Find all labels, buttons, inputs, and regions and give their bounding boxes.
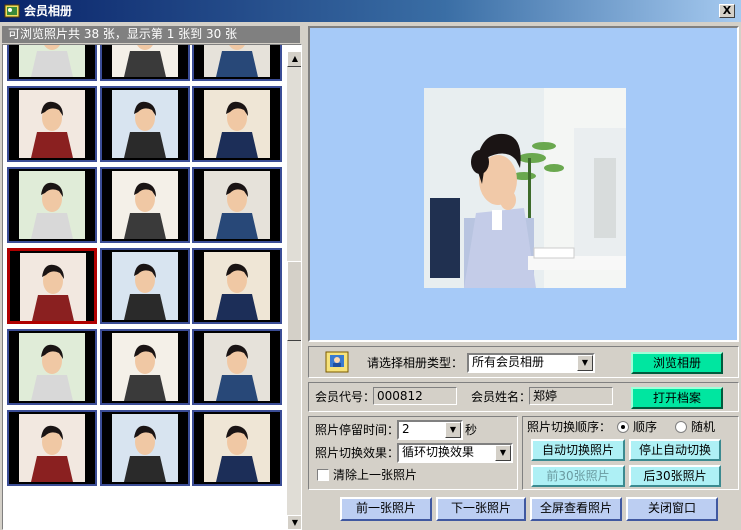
photo-thumbnail[interactable] xyxy=(100,45,190,81)
radio-dot-icon xyxy=(621,425,625,429)
photo-thumbnail[interactable] xyxy=(100,410,190,486)
member-info-panel: 会员代号： 000812 会员姓名： 郑婷 打开档案 xyxy=(308,382,739,412)
photo-thumbnail[interactable] xyxy=(7,329,97,405)
photo-thumbnail[interactable] xyxy=(7,45,97,81)
photo-thumbnail[interactable] xyxy=(100,167,190,243)
order-sequential-radio[interactable] xyxy=(617,421,629,433)
slideshow-settings-panel: 照片停留时间： 2 ▼ 秒 照片切换效果： 循环切换效果 ▼ 清除上一张照片 xyxy=(308,416,518,490)
member-id-label: 会员代号： xyxy=(315,390,376,404)
thumbnail-list[interactable]: ▲ ▼ xyxy=(2,44,302,530)
photo-thumbnail[interactable] xyxy=(192,410,282,486)
title-bar: 会员相册 X xyxy=(0,0,741,22)
effect-value: 循环切换效果 xyxy=(402,445,475,459)
switch-order-panel: 照片切换顺序： 顺序 随机 自动切换照片 停止自动切换 前30张照片 后30张照… xyxy=(522,416,739,490)
stop-auto-switch-button[interactable]: 停止自动切换 xyxy=(629,439,721,461)
main-photo xyxy=(424,88,626,288)
scroll-thumb[interactable] xyxy=(287,261,301,341)
photo-thumbnail[interactable] xyxy=(100,329,190,405)
photo-thumbnail[interactable] xyxy=(7,410,97,486)
album-icon xyxy=(323,351,353,373)
album-type-label: 请选择相册类型： xyxy=(367,356,464,370)
member-id-field: 000812 xyxy=(373,387,457,405)
photo-count-info: 可浏览照片共 38 张，显示第 1 张到 30 张 xyxy=(2,26,300,43)
order-random-radio[interactable] xyxy=(675,421,687,433)
stay-time-label: 照片停留时间： xyxy=(315,423,400,437)
stay-unit-label: 秒 xyxy=(465,423,478,437)
photo-thumbnail[interactable] xyxy=(192,329,282,405)
clear-prev-checkbox[interactable] xyxy=(317,469,329,481)
next-30-button[interactable]: 后30张照片 xyxy=(629,465,721,487)
thumbnail-grid xyxy=(3,45,287,529)
switch-order-label: 照片切换顺序： xyxy=(527,420,612,434)
browse-album-button[interactable]: 浏览相册 xyxy=(631,352,723,374)
chevron-down-icon[interactable]: ▼ xyxy=(495,445,511,461)
window-title: 会员相册 xyxy=(24,4,73,18)
open-file-button[interactable]: 打开档案 xyxy=(631,387,723,409)
close-window-button[interactable]: X xyxy=(719,4,735,18)
photo-thumbnail[interactable] xyxy=(192,45,282,81)
order-random-label: 随机 xyxy=(691,420,716,434)
prev-30-button[interactable]: 前30张照片 xyxy=(531,465,625,487)
album-type-select[interactable]: 所有会员相册 ▼ xyxy=(467,353,595,373)
scroll-down-icon[interactable]: ▼ xyxy=(287,515,301,529)
photo-thumbnail[interactable] xyxy=(192,248,282,324)
chevron-down-icon[interactable]: ▼ xyxy=(445,422,461,438)
photo-thumbnail[interactable] xyxy=(7,248,97,324)
member-name-field: 郑婷 xyxy=(529,387,613,405)
photo-thumbnail[interactable] xyxy=(192,167,282,243)
photo-thumbnail[interactable] xyxy=(100,248,190,324)
album-type-value: 所有会员相册 xyxy=(472,355,545,369)
photo-thumbnail[interactable] xyxy=(7,86,97,162)
fullscreen-button[interactable]: 全屏查看照片 xyxy=(530,497,622,521)
clear-prev-label: 清除上一张照片 xyxy=(333,468,418,482)
chevron-down-icon[interactable]: ▼ xyxy=(577,355,593,371)
thumbnail-scrollbar[interactable]: ▲ ▼ xyxy=(287,51,301,529)
album-type-panel: 请选择相册类型： 所有会员相册 ▼ 浏览相册 xyxy=(308,346,739,378)
close-window-bottom-button[interactable]: 关闭窗口 xyxy=(626,497,718,521)
photo-thumbnail[interactable] xyxy=(192,86,282,162)
prev-photo-button[interactable]: 前一张照片 xyxy=(340,497,432,521)
stay-time-select[interactable]: 2 ▼ xyxy=(397,420,463,440)
next-photo-button[interactable]: 下一张照片 xyxy=(436,497,526,521)
photo-preview xyxy=(308,26,739,342)
auto-switch-button[interactable]: 自动切换照片 xyxy=(531,439,625,461)
photo-thumbnail[interactable] xyxy=(100,86,190,162)
photo-thumbnail[interactable] xyxy=(7,167,97,243)
scroll-up-icon[interactable]: ▲ xyxy=(287,51,301,67)
stay-time-value: 2 xyxy=(402,422,410,436)
effect-label: 照片切换效果： xyxy=(315,446,400,460)
order-sequential-label: 顺序 xyxy=(633,420,658,434)
app-icon xyxy=(4,3,20,19)
member-name-label: 会员姓名： xyxy=(471,390,532,404)
effect-select[interactable]: 循环切换效果 ▼ xyxy=(397,443,513,463)
